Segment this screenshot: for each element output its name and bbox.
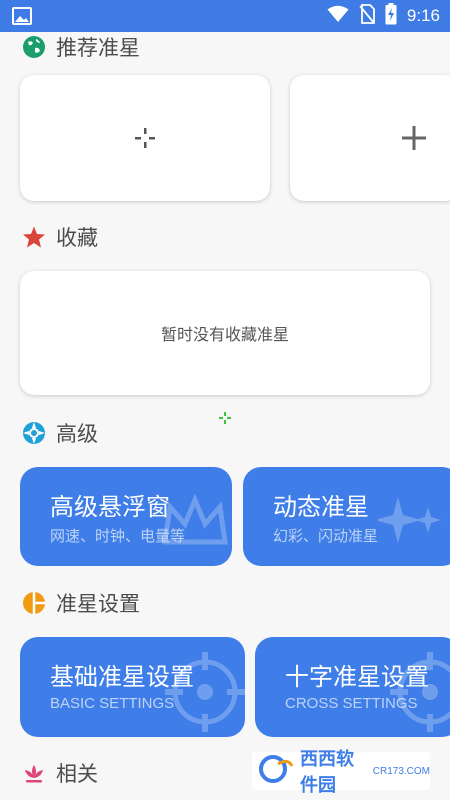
settings-card-subtitle: CROSS SETTINGS — [285, 695, 418, 712]
favorites-empty-text: 暂时没有收藏准星 — [160, 325, 289, 344]
wifi-icon — [327, 5, 349, 27]
recommended-crosshair-card[interactable] — [20, 75, 270, 201]
section-title-text: 相关 — [56, 762, 98, 786]
site-watermark: 西西软件园 CR173.COM — [252, 749, 430, 796]
advanced-card-dynamic-crosshair[interactable]: 动态准星 幻彩、闪动准星 — [243, 467, 450, 566]
section-title-advanced: 高级 — [22, 418, 98, 448]
section-title-text: 准星设置 — [56, 592, 140, 616]
section-title-crosshair-settings: 准星设置 — [22, 588, 140, 618]
settings-card-subtitle: BASIC SETTINGS — [50, 695, 175, 712]
pie-icon — [22, 591, 46, 615]
plus-icon — [401, 125, 427, 155]
advanced-card-title: 动态准星 — [273, 493, 369, 521]
section-title-related: 相关 — [22, 758, 98, 788]
watermark-site: CR173.COM — [372, 765, 430, 777]
advanced-card-subtitle: 网速、时钟、电量等 — [50, 528, 186, 545]
main-content[interactable]: 推荐准星 收藏 暂时没有收藏准星 高级 高级悬浮窗 网速、时钟、电量等 动态准星… — [0, 32, 450, 800]
section-title-favorites: 收藏 — [22, 222, 98, 252]
lotus-icon — [22, 761, 46, 785]
no-sim-icon — [359, 4, 375, 28]
globe-icon — [22, 35, 46, 59]
section-title-text: 推荐准星 — [56, 36, 140, 60]
battery-charging-icon — [385, 3, 397, 29]
settings-card-title: 基础准星设置 — [50, 663, 194, 691]
advanced-card-subtitle: 幻彩、闪动准星 — [273, 528, 379, 545]
add-crosshair-card[interactable] — [290, 75, 450, 201]
advanced-card-title: 高级悬浮窗 — [50, 493, 170, 521]
lifebuoy-icon — [22, 421, 46, 445]
status-bar: 9:16 — [0, 0, 450, 32]
settings-card-title: 十字准星设置 — [285, 663, 429, 691]
watermark-logo-icon — [258, 754, 294, 788]
image-icon — [12, 7, 32, 25]
section-title-recommended: 推荐准星 — [22, 32, 140, 62]
crosshair-small-icon — [133, 126, 157, 154]
settings-card-cross[interactable]: 十字准星设置 CROSS SETTINGS — [255, 637, 450, 737]
sparkle-icon — [375, 487, 448, 561]
section-title-text: 收藏 — [56, 226, 98, 250]
favorites-card[interactable]: 暂时没有收藏准星 — [20, 271, 430, 395]
section-title-text: 高级 — [56, 422, 98, 446]
status-time: 9:16 — [406, 6, 440, 25]
watermark-brand: 西西软件园 — [300, 749, 354, 796]
floating-crosshair-icon[interactable] — [219, 409, 231, 428]
crown-icon — [160, 492, 230, 556]
advanced-card-floating-window[interactable]: 高级悬浮窗 网速、时钟、电量等 — [20, 467, 232, 566]
star-icon — [22, 225, 46, 249]
settings-card-basic[interactable]: 基础准星设置 BASIC SETTINGS — [20, 637, 245, 737]
